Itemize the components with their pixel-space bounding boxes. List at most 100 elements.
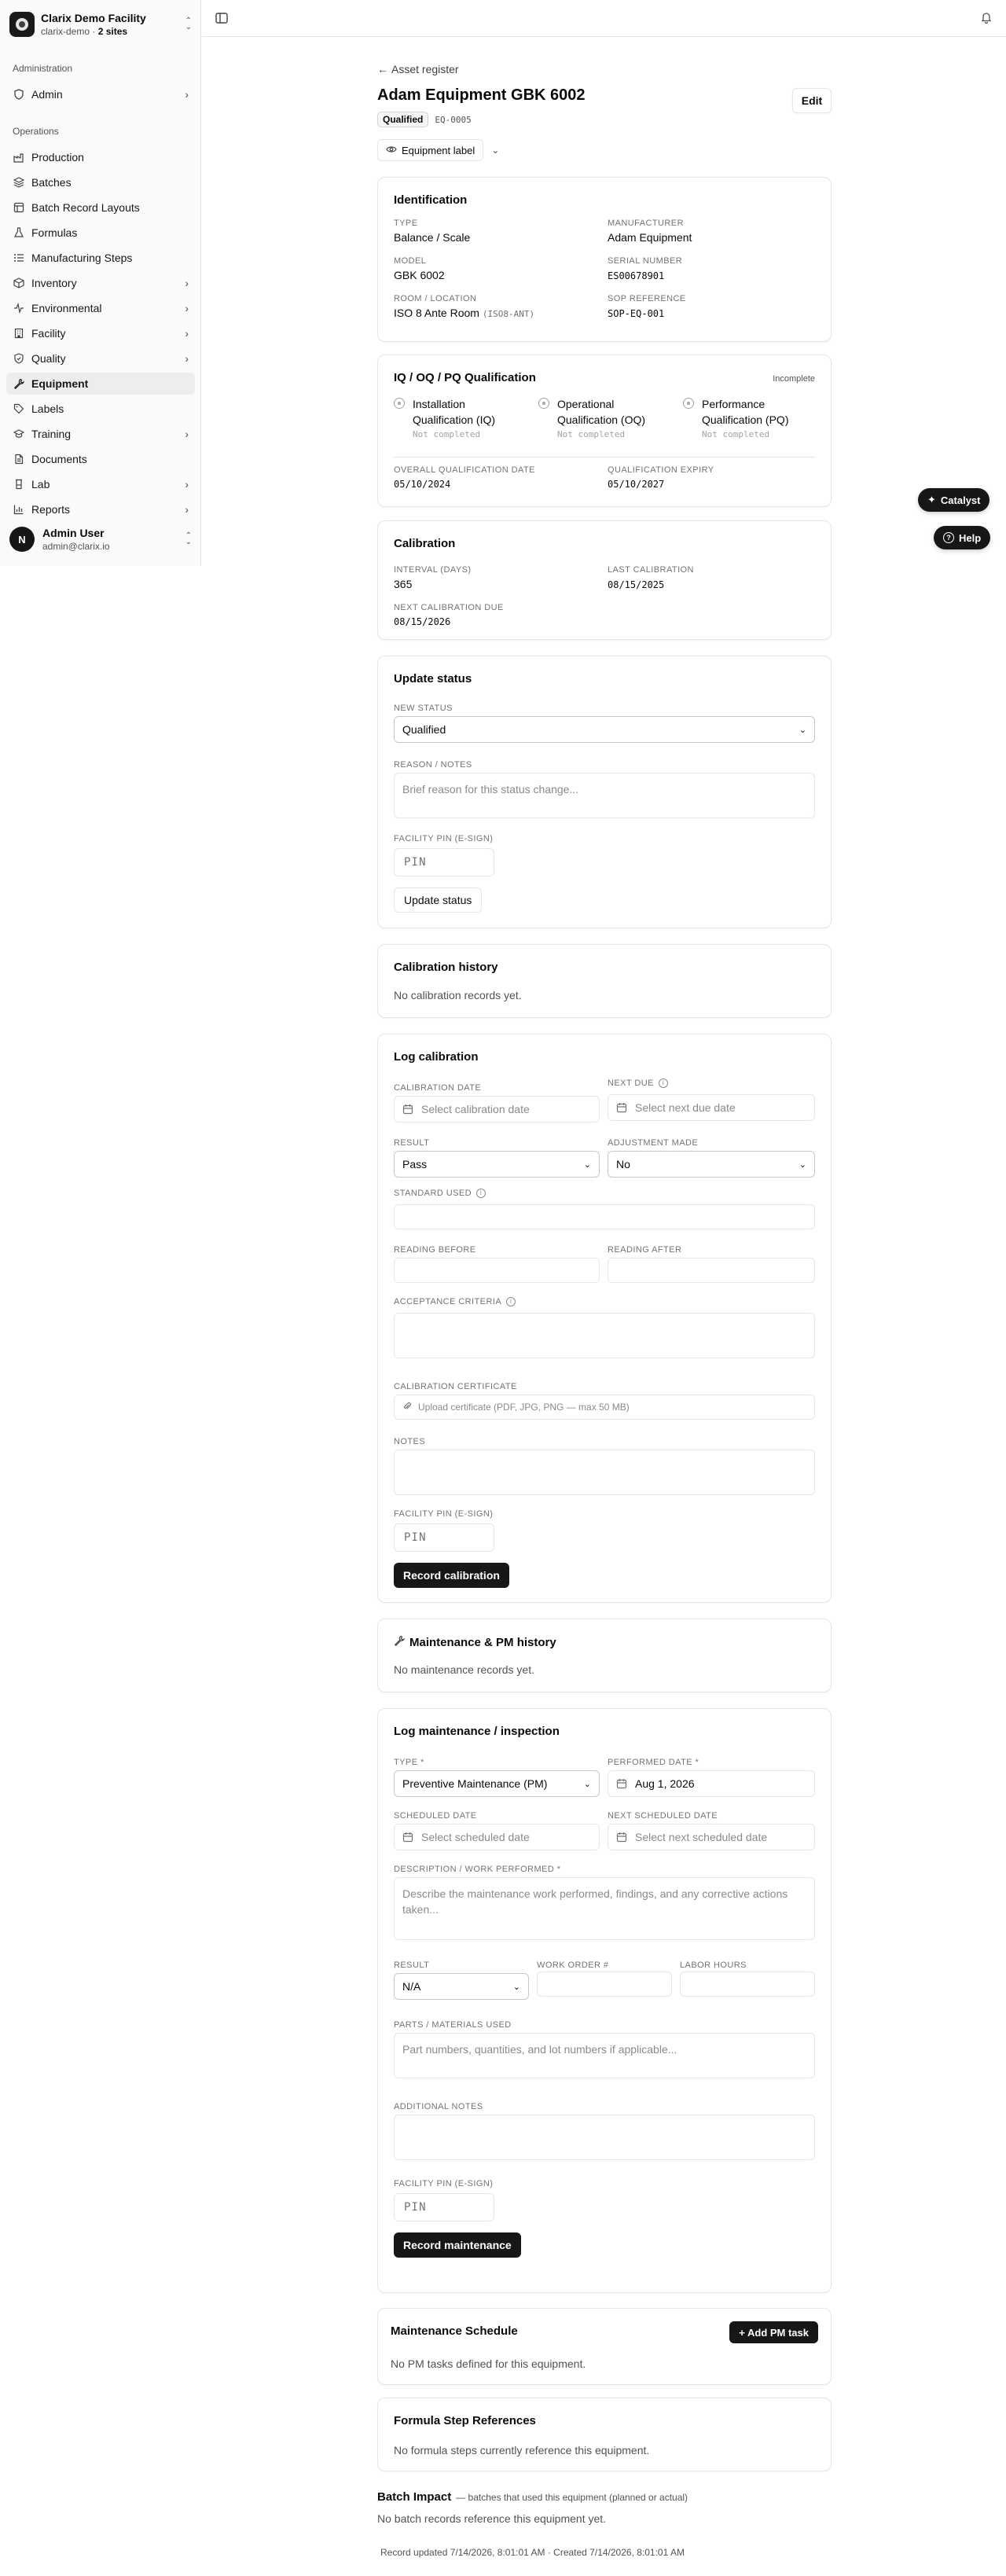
help-circle-icon: ? [943,532,954,543]
chevron-down-icon: ⌄ [583,1779,591,1789]
parts-textarea[interactable]: Part numbers, quantities, and lot number… [394,2033,815,2078]
sidebar-item-labels[interactable]: Labels [6,398,195,420]
sidebar-item-inventory[interactable]: Inventory › [6,272,195,294]
record-maintenance-button[interactable]: Record maintenance [394,2232,521,2258]
sidebar-item-batches[interactable]: Batches [6,171,195,193]
factory-icon [13,151,25,164]
facility-sub: clarix-demo · 2 sites [41,26,128,37]
sidebar-toggle-icon[interactable] [215,11,229,25]
facility-switcher[interactable]: Clarix Demo Facility clarix-demo · 2 sit… [9,8,192,41]
sidebar-item-batch-record-layouts[interactable]: Batch Record Layouts [6,197,195,219]
user-email: admin@clarix.io [42,541,110,552]
model-value: GBK 6002 [394,269,445,281]
sidebar-item-equipment[interactable]: Equipment [6,373,195,395]
maintenance-history-card: Maintenance & PM history No maintenance … [377,1619,832,1692]
next-calibration-value: 08/15/2026 [394,616,451,627]
wrench-icon [394,1635,406,1649]
acceptance-criteria-textarea[interactable] [394,1313,815,1358]
calendar-icon [616,1102,627,1113]
group-label-administration: Administration [13,63,73,74]
edit-button[interactable]: Edit [792,88,832,113]
standard-used-input[interactable] [394,1204,815,1229]
certificate-upload[interactable]: Upload certificate (PDF, JPG, PNG — max … [394,1395,815,1420]
update-status-card: Update status New Status Qualified ⌄ Reas… [377,656,832,928]
pin-input[interactable]: PIN [394,1523,494,1552]
sidebar-item-environmental[interactable]: Environmental › [6,297,195,319]
chevron-down-icon: ⌄ [583,1159,591,1170]
pin-input[interactable]: PIN [394,848,494,876]
user-name: Admin User [42,527,105,539]
qualification-card: IQ / OQ / PQ Qualification Incomplete In… [377,355,832,507]
reading-after-input[interactable] [608,1258,815,1283]
next-due-date-picker[interactable]: Select next due date [608,1094,815,1121]
bell-icon[interactable] [979,10,993,24]
update-status-button[interactable]: Update status [394,887,483,913]
sidebar-item-reports[interactable]: Reports › [6,498,195,520]
chevrons-up-down-icon: ⌃ ⌄ [185,531,192,546]
maintenance-schedule-card: Maintenance Schedule + Add PM task No PM… [377,2308,832,2385]
calibration-result-select[interactable]: Pass ⌄ [394,1151,600,1178]
room-value: ISO 8 Ante Room (ISO8-ANT) [394,307,535,319]
iq-step: Installation Qualification (IQ) Not compl… [394,396,515,439]
sidebar-item-facility[interactable]: Facility › [6,322,195,344]
tag-icon [13,402,25,415]
sidebar-item-formulas[interactable]: Formulas [6,222,195,244]
calibration-date-picker[interactable]: Select calibration date [394,1096,600,1123]
adjustment-made-select[interactable]: No ⌄ [608,1151,815,1178]
add-pm-task-button[interactable]: + Add PM task [729,2321,818,2343]
sidebar-item-documents[interactable]: Documents [6,448,195,470]
paperclip-icon [402,1402,412,1413]
performed-date-picker[interactable]: Aug 1, 2026 [608,1770,815,1797]
equipment-label-button[interactable]: Equipment label [377,139,484,161]
pin-input[interactable]: PIN [394,2193,494,2221]
chevron-down-icon[interactable]: ⌄ [488,145,502,156]
empty-state: No batch records reference this equipmen… [377,2512,607,2525]
sidebar-item-training[interactable]: Training › [6,423,195,445]
type-value: Balance / Scale [394,231,471,244]
package-icon [13,277,25,289]
user-menu[interactable]: N Admin User admin@clarix.io ⌃ ⌄ [9,522,192,557]
work-order-input[interactable] [537,1972,672,1997]
description-textarea[interactable]: Describe the maintenance work performed,… [394,1877,815,1940]
equipment-code: EQ-0005 [435,114,472,125]
calibration-card: Calibration Interval (Days) 365 Last Cal… [377,520,832,640]
chevrons-up-down-icon: ⌃ ⌄ [185,17,192,31]
group-label-operations: Operations [13,126,59,137]
layers-icon [13,176,25,189]
back-link[interactable]: ← Asset register [377,63,459,75]
empty-state: No PM tasks defined for this equipment. [391,2357,586,2370]
labor-hours-input[interactable] [680,1972,815,1997]
catalyst-button[interactable]: ✦ Catalyst [918,488,990,512]
sidebar-item-manufacturing-steps[interactable]: Manufacturing Steps [6,247,195,269]
sidebar-item-production[interactable]: Production [6,146,195,168]
sidebar-item-lab[interactable]: Lab › [6,473,195,495]
layout-icon [13,201,25,214]
chevron-right-icon: › [185,428,189,440]
new-status-select[interactable]: Qualified ⌄ [394,716,815,743]
sidebar-item-quality[interactable]: Quality › [6,347,195,369]
circle-icon [394,398,405,409]
circle-icon [683,398,694,409]
chevron-down-icon: ⌄ [799,725,806,735]
next-scheduled-date-picker[interactable]: Select next scheduled date [608,1824,815,1850]
help-button[interactable]: ? Help [934,526,991,549]
calibration-notes-textarea[interactable] [394,1450,815,1495]
scheduled-date-picker[interactable]: Select scheduled date [394,1824,600,1850]
maintenance-type-select[interactable]: Preventive Maintenance (PM) ⌄ [394,1770,600,1797]
activity-icon [13,302,25,314]
calendar-icon [616,1832,627,1843]
additional-notes-textarea[interactable] [394,2115,815,2160]
sidebar-item-admin[interactable]: Admin › [6,83,195,105]
sparkles-icon: ✦ [927,494,936,505]
record-calibration-button[interactable]: Record calibration [394,1563,509,1588]
chevron-right-icon: › [185,327,189,340]
sop-value: SOP-EQ-001 [608,308,665,319]
reading-before-input[interactable] [394,1258,600,1283]
qualification-status: Incomplete [773,374,815,384]
reason-textarea[interactable]: Brief reason for this status change... [394,773,815,818]
avatar: N [9,527,35,552]
circle-icon [538,398,549,409]
maintenance-result-select[interactable]: N/A ⌄ [394,1973,529,2000]
qualification-expiry: 05/10/2027 [608,479,665,490]
top-bar [202,0,1006,37]
